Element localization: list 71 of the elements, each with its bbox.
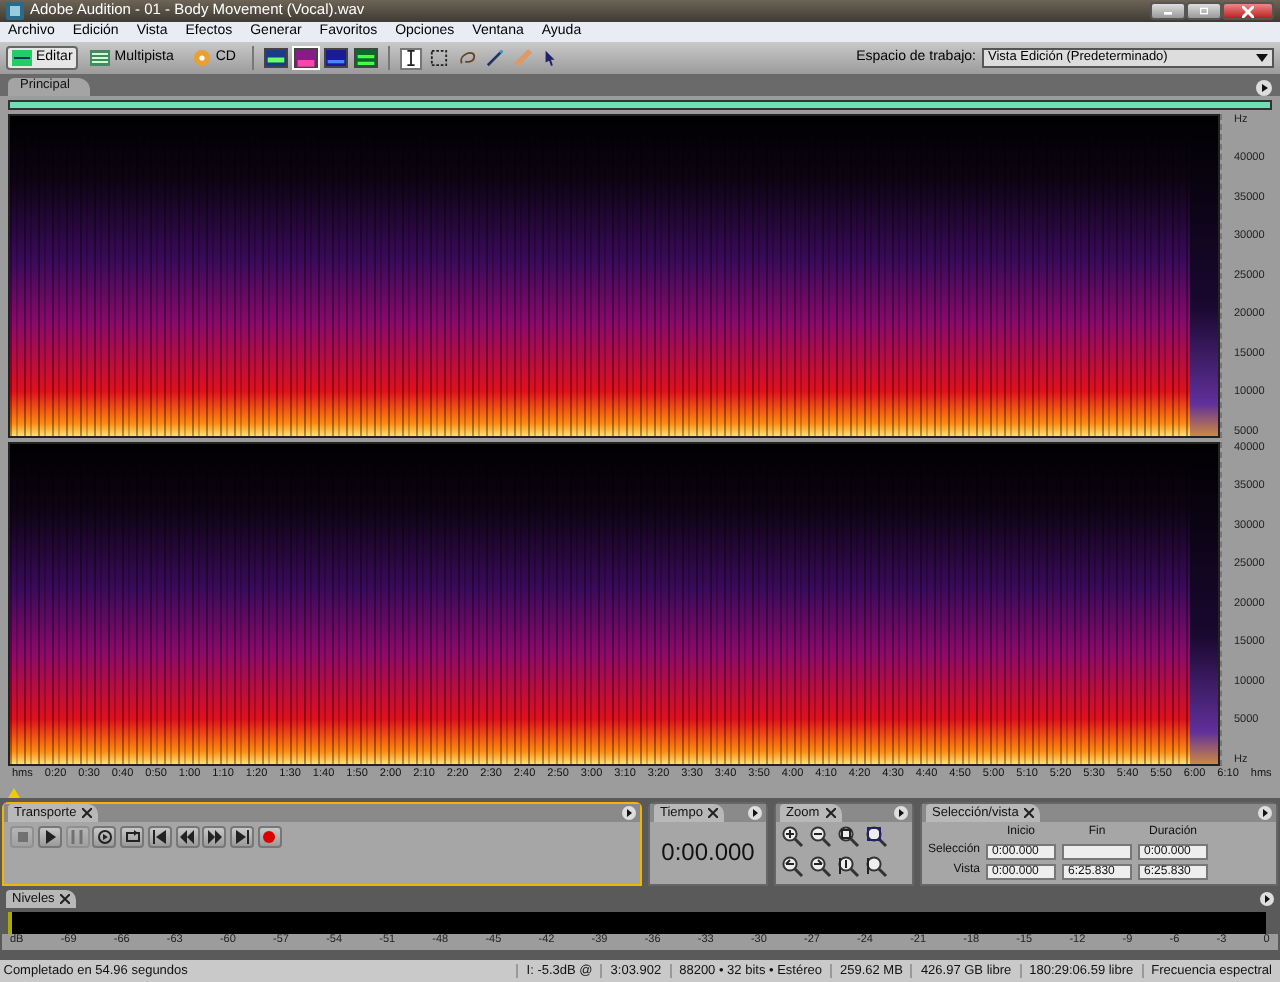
close-icon[interactable] — [825, 808, 836, 818]
skip-forward-icon — [235, 830, 249, 844]
brush-icon — [486, 48, 504, 68]
view-button[interactable] — [354, 48, 378, 68]
transport-button[interactable] — [147, 826, 172, 848]
tracks-icon — [90, 50, 111, 66]
circle-play-icon — [97, 830, 112, 844]
close-button[interactable] — [1222, 2, 1274, 20]
panel-menu-icon[interactable] — [1258, 806, 1272, 820]
magnifier-icon — [866, 826, 888, 848]
tool-button[interactable] — [400, 47, 422, 69]
close-icon[interactable] — [1024, 808, 1035, 818]
close-icon[interactable] — [708, 808, 719, 818]
transport-button[interactable] — [120, 826, 144, 848]
panel-menu-icon[interactable] — [1256, 80, 1272, 96]
time-display: 0:00.000 — [661, 839, 755, 867]
zoom-button[interactable] — [810, 856, 832, 878]
tool-button[interactable] — [484, 47, 506, 69]
transport-button[interactable] — [230, 826, 254, 848]
panel-menu-icon[interactable] — [748, 806, 762, 820]
rewind-icon — [180, 830, 194, 844]
fast-forward-icon — [207, 830, 222, 844]
zoom-button[interactable] — [782, 826, 804, 848]
dropdown-caret-icon — [1256, 54, 1268, 62]
zoom-button[interactable] — [810, 826, 832, 848]
maximize-button[interactable] — [1186, 2, 1222, 20]
time-field[interactable] — [1062, 843, 1133, 860]
view-button[interactable] — [264, 48, 288, 68]
transport-button[interactable] — [92, 826, 117, 848]
magnifier-icon — [782, 856, 804, 878]
app-icon — [6, 2, 24, 20]
magnifier-icon — [838, 856, 860, 878]
panel-menu-icon[interactable] — [894, 806, 908, 820]
transport-button[interactable] — [175, 826, 199, 848]
maximize-icon — [1200, 6, 1208, 16]
zoom-button[interactable] — [866, 856, 888, 878]
loop-icon — [125, 830, 139, 844]
close-icon[interactable] — [60, 894, 71, 904]
zoom-button[interactable] — [838, 826, 860, 848]
magnifier-icon — [782, 826, 804, 848]
tool-button[interactable] — [428, 47, 450, 69]
close-icon[interactable] — [82, 808, 93, 818]
play-icon — [42, 830, 57, 844]
panel-menu-icon[interactable] — [622, 806, 636, 820]
record-icon — [262, 830, 277, 844]
scroll-overview-bar[interactable] — [8, 100, 1272, 110]
minimize-icon — [1164, 7, 1172, 15]
disc-icon — [191, 50, 212, 66]
magnifier-icon — [838, 826, 860, 848]
stop-icon — [15, 830, 29, 844]
close-icon — [1242, 5, 1254, 17]
bandage-icon — [514, 48, 532, 68]
magnifier-icon — [866, 856, 888, 878]
view-icon — [356, 50, 376, 70]
zoom-button[interactable] — [838, 856, 860, 878]
pointer-icon — [542, 48, 560, 68]
skip-back-icon — [152, 830, 167, 844]
minimize-button[interactable] — [1150, 2, 1186, 20]
transport-button[interactable] — [37, 826, 62, 848]
panel-menu-icon[interactable] — [1260, 892, 1274, 906]
ibeam-icon — [402, 48, 420, 68]
view-button[interactable] — [324, 48, 348, 68]
pause-icon — [70, 830, 84, 844]
marquee-icon — [430, 48, 448, 68]
zoom-button[interactable] — [866, 826, 888, 848]
transport-button[interactable] — [202, 826, 227, 848]
magnifier-icon — [810, 826, 832, 848]
waveform-icon — [12, 50, 32, 66]
magnifier-icon — [810, 856, 832, 878]
lasso-icon — [458, 48, 476, 68]
zoom-button[interactable] — [782, 856, 804, 878]
